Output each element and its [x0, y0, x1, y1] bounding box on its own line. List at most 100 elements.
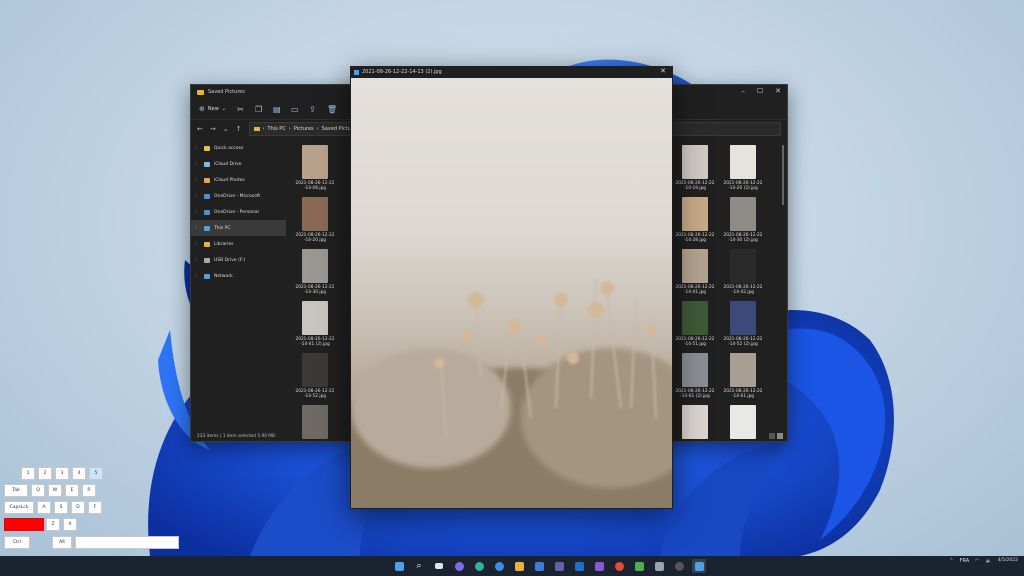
start-icon[interactable]: [392, 559, 406, 573]
file-item[interactable]: 2021-08-26-12-22-14-28.jpg: [671, 197, 719, 243]
cut-icon[interactable]: ✂: [237, 106, 244, 113]
chevron-right-icon[interactable]: ›: [195, 225, 200, 231]
back-icon[interactable]: ←: [197, 125, 203, 133]
key-alt: Alt: [52, 536, 72, 549]
sidebar-item-libraries[interactable]: ›Libraries: [191, 236, 286, 252]
settings-app-icon[interactable]: [652, 559, 666, 573]
sidebar-item-label: OneDrive - Personal: [214, 210, 259, 215]
file-item[interactable]: 2021-08-26-12-22-14-61 (2).jpg: [671, 353, 719, 399]
delete-icon[interactable]: 🗑: [327, 106, 334, 113]
rename-icon[interactable]: ▭: [291, 106, 298, 113]
pc-icon: [204, 226, 210, 231]
key-s: S: [54, 501, 68, 514]
file-item[interactable]: 2021-08-26-12-22-14-51.jpg: [671, 301, 719, 347]
file-item[interactable]: 2021-08-26-12-22-14-20 (2).jpg: [719, 145, 767, 191]
file-item[interactable]: 2021-08-26-12-22-14-08.jpg: [291, 145, 339, 191]
chevron-right-icon[interactable]: ›: [195, 177, 200, 183]
file-item[interactable]: 2021-08-26-12-22-14-30 (2).jpg: [719, 197, 767, 243]
key-4: 4: [72, 467, 86, 480]
image-thumbnail: [302, 197, 328, 231]
file-item[interactable]: 2021-08-26-12-22-14-61.jpg: [719, 353, 767, 399]
search-icon[interactable]: ⌕: [412, 559, 426, 573]
explorer-title: Saved Pictures: [208, 89, 245, 95]
key-f: F: [88, 501, 102, 514]
sidebar-item-onedrive-microsoft[interactable]: › OneDrive - Microsoft: [191, 188, 286, 204]
chevron-right-icon[interactable]: ›: [195, 257, 200, 263]
app-icon[interactable]: [632, 559, 646, 573]
sidebar-item-label: This PC: [214, 226, 230, 231]
chevron-up-icon[interactable]: ⌃: [949, 558, 953, 564]
volume-icon[interactable]: 🔈: [986, 558, 992, 564]
edge-dev-icon[interactable]: [492, 559, 506, 573]
sidebar-item-network[interactable]: ›Network: [191, 268, 286, 284]
chevron-right-icon[interactable]: ›: [195, 241, 200, 247]
sidebar-item-label: OneDrive - Microsoft: [214, 194, 260, 199]
photos-icon: [204, 178, 210, 183]
breadcrumb-this-pc[interactable]: This PC: [268, 126, 286, 132]
scrollbar[interactable]: [782, 145, 784, 205]
file-item[interactable]: 2021-08-26-12-22-14-42.jpg: [719, 249, 767, 295]
file-item[interactable]: 2021-08-26-12-22-14-52.jpg: [291, 353, 339, 399]
photos-app-icon[interactable]: [692, 559, 706, 573]
file-name-ext: -14-61 (2).jpg: [671, 394, 719, 399]
sidebar-item-usb-drive-f-[interactable]: › USB Drive (F:): [191, 252, 286, 268]
minimize-icon[interactable]: –: [741, 87, 745, 95]
file-item[interactable]: [671, 405, 719, 441]
outlook-icon[interactable]: [572, 559, 586, 573]
clock[interactable]: 4/5/2022: [998, 558, 1018, 564]
chevron-right-icon[interactable]: ›: [195, 273, 200, 279]
chevron-right-icon[interactable]: ›: [195, 209, 200, 215]
file-item[interactable]: [719, 405, 767, 441]
edge-icon[interactable]: [472, 559, 486, 573]
close-icon[interactable]: ✕: [660, 67, 666, 75]
sidebar-item-quick-access[interactable]: ›Quick access: [191, 140, 286, 156]
language-indicator[interactable]: FRA: [960, 558, 970, 564]
sidebar-item-label: USB Drive (F:): [214, 258, 245, 263]
paste-icon[interactable]: ▤: [273, 106, 280, 113]
chevron-right-icon[interactable]: ›: [195, 193, 200, 199]
up-icon[interactable]: ↑: [236, 125, 242, 133]
image-thumbnail: [682, 249, 708, 283]
forward-icon[interactable]: →: [210, 125, 216, 133]
visual-studio-icon[interactable]: [592, 559, 606, 573]
file-item[interactable]: [291, 405, 339, 441]
file-name-ext: -14-41 (2).jpg: [291, 342, 339, 347]
breadcrumb-pictures[interactable]: Pictures: [294, 126, 314, 132]
wifi-icon[interactable]: ◠: [975, 558, 979, 564]
chevron-right-icon[interactable]: ›: [195, 161, 200, 167]
task-view-icon[interactable]: [432, 559, 446, 573]
file-explorer-icon[interactable]: [512, 559, 526, 573]
file-item[interactable]: 2021-08-26-12-22-14-30.jpg: [291, 249, 339, 295]
onedrive-icon: [204, 210, 210, 215]
terminal-icon[interactable]: [672, 559, 686, 573]
file-item[interactable]: 2021-08-26-12-22-14-20.jpg: [291, 197, 339, 243]
sidebar-item-icloud-drive[interactable]: ›iCloud Drive: [191, 156, 286, 172]
new-button[interactable]: ⊕ New ⌄: [199, 105, 226, 113]
thumbnail-view-icon[interactable]: [777, 433, 783, 439]
store-icon[interactable]: [532, 559, 546, 573]
cloud-icon: [204, 162, 210, 167]
file-item[interactable]: 2021-08-26-12-22-14-52 (2).jpg: [719, 301, 767, 347]
share-icon[interactable]: ⇪: [309, 106, 316, 113]
sidebar-item-onedrive-personal[interactable]: › OneDrive - Personal: [191, 204, 286, 220]
sidebar-item-this-pc[interactable]: › This PC: [191, 220, 286, 236]
maximize-icon[interactable]: ☐: [757, 87, 763, 95]
copy-icon[interactable]: ❐: [255, 106, 262, 113]
viewer-titlebar[interactable]: 2021-08-26-12-22-14-13 (2).jpg: [350, 66, 673, 78]
teams-icon[interactable]: [552, 559, 566, 573]
close-icon[interactable]: ✕: [775, 87, 781, 95]
chrome-icon[interactable]: [612, 559, 626, 573]
sidebar-item-icloud-photos[interactable]: ›iCloud Photos: [191, 172, 286, 188]
new-label: New: [208, 106, 219, 112]
chevron-right-icon[interactable]: ›: [195, 145, 200, 151]
key-q: Q: [31, 484, 45, 497]
key-e: E: [65, 484, 79, 497]
breadcrumb-sep: ›: [263, 126, 265, 132]
details-view-icon[interactable]: [769, 433, 775, 439]
recent-icon[interactable]: ⌄: [223, 125, 229, 133]
file-item[interactable]: 2021-08-26-12-22-14-41 (2).jpg: [291, 301, 339, 347]
file-item[interactable]: 2021-08-26-12-22-14-41.jpg: [671, 249, 719, 295]
file-item[interactable]: 2021-08-26-12-22-14-19.jpg: [671, 145, 719, 191]
chat-icon[interactable]: [452, 559, 466, 573]
photo-viewer-window: 2021-08-26-12-22-14-13 (2).jpg ✕: [350, 66, 673, 509]
